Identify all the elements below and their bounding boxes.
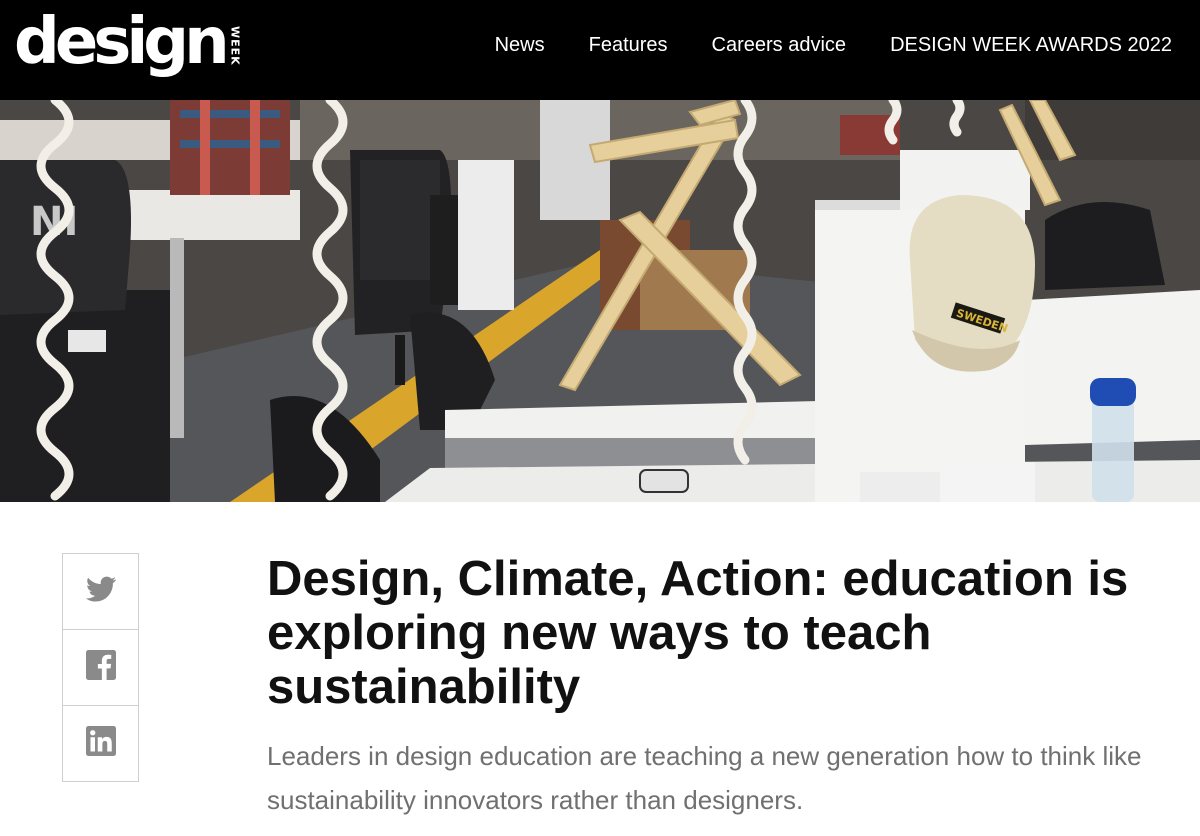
facebook-icon (85, 650, 116, 685)
nav-link-features[interactable]: Features (589, 34, 668, 57)
share-linkedin-button[interactable] (62, 705, 139, 782)
nav-link-design-week-awards[interactable]: DESIGN WEEK AWARDS 2022 (890, 34, 1172, 57)
site-logo[interactable]: design WEEK (14, 4, 242, 94)
article-standfirst: Leaders in design education are teaching… (267, 741, 1142, 815)
share-facebook-button[interactable] (62, 629, 139, 706)
hero-image: NI SWEDEN (0, 100, 1200, 502)
share-twitter-button[interactable] (62, 553, 139, 630)
twitter-icon (85, 576, 116, 607)
main-nav: News Features Careers advice DESIGN WEEK… (495, 34, 1172, 57)
nav-link-news[interactable]: News (495, 34, 545, 57)
linkedin-icon (85, 726, 116, 761)
nav-link-careers-advice[interactable]: Careers advice (712, 34, 847, 57)
site-header: design WEEK News Features Careers advice… (0, 0, 1200, 100)
share-bar (62, 553, 139, 782)
logo-subtext: WEEK (228, 26, 242, 66)
hero-illustration: NI SWEDEN (0, 100, 1200, 502)
logo-wordmark: design (14, 5, 230, 79)
article-headline: Design, Climate, Action: education is ex… (267, 552, 1129, 714)
